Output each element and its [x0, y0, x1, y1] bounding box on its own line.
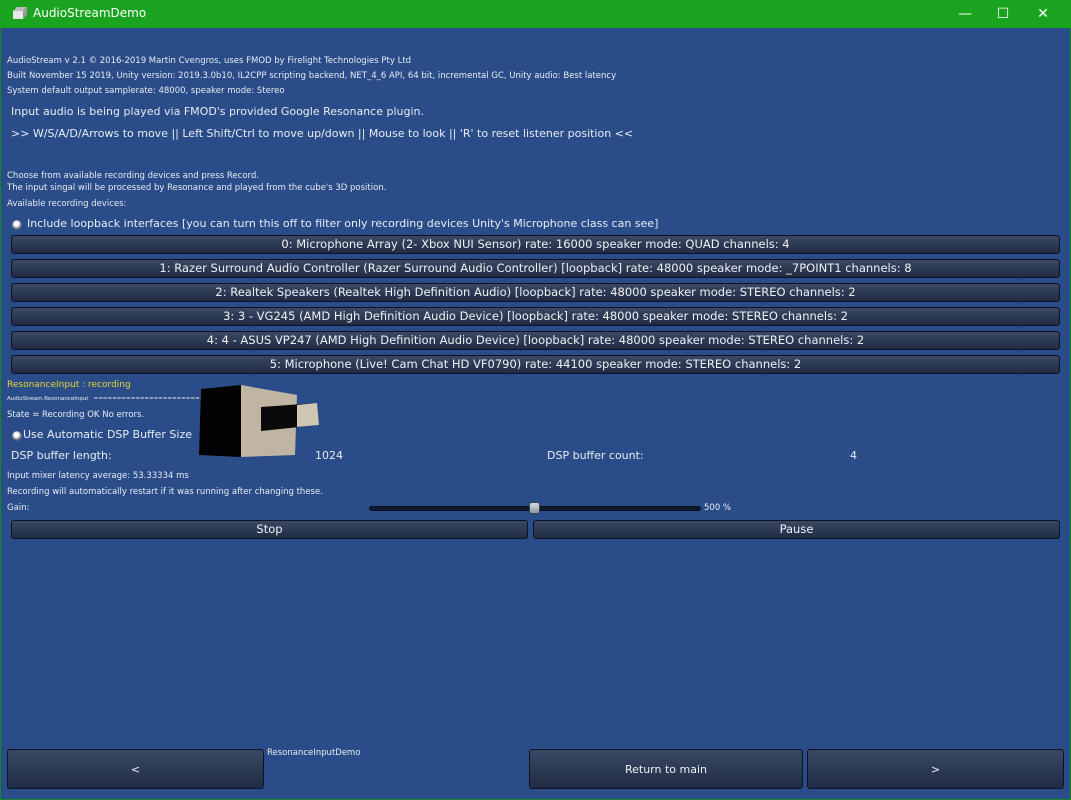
latency-text: Input mixer latency average: 53.33334 ms — [7, 471, 189, 481]
recording-status: ResonanceInput : recording — [7, 380, 131, 390]
window-titlebar[interactable]: AudioStreamDemo — ☐ ✕ — [0, 0, 1071, 28]
gain-value: 500 % — [704, 503, 732, 513]
return-to-main-button[interactable]: Return to main — [529, 749, 803, 789]
device-button-3[interactable]: 3: 3 - VG245 (AMD High Definition Audio … — [11, 307, 1060, 326]
gain-slider-thumb[interactable] — [529, 502, 540, 514]
device-button-5[interactable]: 5: Microphone (Live! Cam Chat HD VF0790)… — [11, 355, 1060, 374]
maximize-button[interactable]: ☐ — [986, 0, 1020, 28]
resonance-note: Input audio is being played via FMOD's p… — [11, 105, 424, 118]
next-demo-button[interactable]: > — [807, 749, 1064, 789]
pause-button[interactable]: Pause — [533, 520, 1060, 539]
dsp-buffer-length-value: 1024 — [315, 449, 343, 462]
app-client-area: AudioStream v 2.1 © 2016-2019 Martin Cve… — [1, 28, 1070, 799]
build-info: Built November 15 2019, Unity version: 2… — [7, 71, 617, 81]
version-info: AudioStream v 2.1 © 2016-2019 Martin Cve… — [7, 56, 412, 66]
state-text: State = Recording OK No errors. — [7, 410, 145, 420]
dsp-buffer-count-value: 4 — [850, 449, 857, 462]
auto-dsp-toggle-label: Use Automatic DSP Buffer Size — [23, 428, 193, 441]
cube-scene-object — [199, 385, 319, 457]
gain-label: Gain: — [7, 503, 30, 513]
output-samplerate-info: System default output samplerate: 48000,… — [7, 86, 285, 96]
minimize-button[interactable]: — — [948, 0, 982, 28]
process-note: The input singal will be processed by Re… — [7, 183, 387, 193]
device-button-2[interactable]: 2: Realtek Speakers (Realtek High Defini… — [11, 283, 1060, 302]
available-devices-label: Available recording devices: — [7, 199, 127, 209]
window-title: AudioStreamDemo — [33, 6, 147, 20]
dsp-buffer-count-label: DSP buffer count: — [547, 449, 644, 462]
close-button[interactable]: ✕ — [1026, 0, 1060, 28]
dsp-buffer-length-label: DSP buffer length: — [11, 449, 112, 462]
auto-dsp-toggle-indicator[interactable] — [12, 431, 22, 441]
loopback-toggle-label: Include loopback interfaces [you can tur… — [27, 217, 659, 230]
device-button-0[interactable]: 0: Microphone Array (2- Xbox NUI Sensor)… — [11, 235, 1060, 254]
restart-note: Recording will automatically restart if … — [7, 487, 323, 497]
choose-devices-text: Choose from available recording devices … — [7, 171, 259, 181]
previous-demo-button[interactable]: < — [7, 749, 264, 789]
scene-name-label: ResonanceInputDemo — [267, 748, 361, 758]
device-button-1[interactable]: 1: Razer Surround Audio Controller (Raze… — [11, 259, 1060, 278]
unity-app-icon — [13, 7, 27, 19]
controls-note: >> W/S/A/D/Arrows to move || Left Shift/… — [11, 127, 634, 140]
stop-button[interactable]: Stop — [11, 520, 528, 539]
device-button-4[interactable]: 4: 4 - ASUS VP247 (AMD High Definition A… — [11, 331, 1060, 350]
loopback-toggle-indicator[interactable] — [12, 220, 22, 230]
